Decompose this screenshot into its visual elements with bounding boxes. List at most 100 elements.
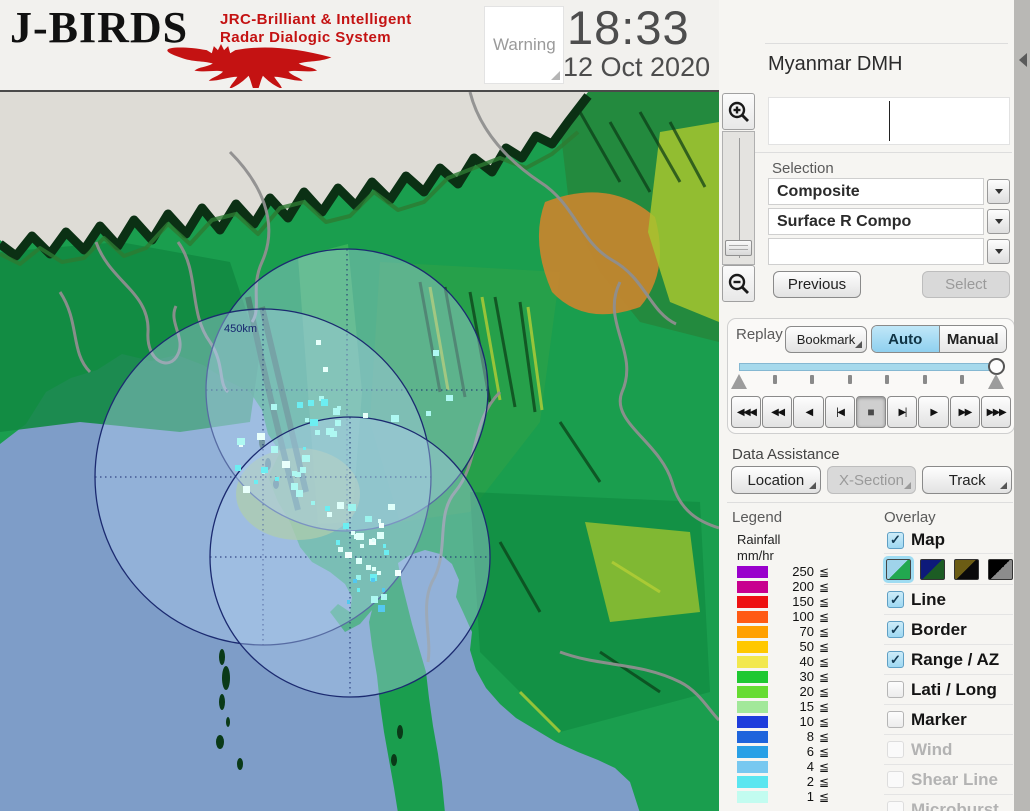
bookmark-button[interactable]: Bookmark [785,326,867,353]
legend-operator: ≦ [819,579,830,594]
legend-color-swatch [737,640,768,653]
forward-button[interactable]: ▶▶ [949,396,980,428]
dropdown-arrow-button-2[interactable] [987,209,1010,234]
range-ring-label: 450km [224,323,257,335]
topographic-map[interactable]: 450km [0,91,721,811]
panel-collapse-strip[interactable] [1014,0,1030,811]
legend-row: 70 ≦ [737,624,857,639]
chevron-down-icon [994,249,1003,254]
stop-button[interactable]: ■ [855,396,887,428]
dropdown-value-2[interactable]: Surface R Compo [768,208,984,235]
legend-row: 10 ≦ [737,714,857,729]
rainfall-legend: Rainfall mm/hr 250 ≦ 200 ≦ 150 ≦ 100 ≦ 70 ≦ 50 ≦ 40 ≦… [737,532,857,804]
location-button[interactable]: Location [731,466,821,494]
zoom-slider[interactable] [722,131,755,265]
legend-color-swatch [737,730,768,743]
replay-slider-track[interactable] [739,363,997,371]
dropdown-value-1[interactable]: Composite [768,178,984,205]
track-button[interactable]: Track [922,466,1013,494]
rain-echo-cell [310,419,318,426]
rain-echo-cell [315,430,320,435]
rain-echo-cell [271,404,277,410]
legend-value: 30 [799,669,814,684]
forward-fast-button[interactable]: ▶▶▶ [980,396,1011,428]
legend-operator: ≦ [819,774,830,789]
radar-map[interactable]: 450km [0,90,721,811]
replay-mode-auto-button[interactable]: Auto [872,326,939,352]
dropdown-arrow-button-1[interactable] [987,179,1010,204]
play-button[interactable]: ▶ [918,396,949,428]
overlay-row: Shear Line [884,764,1013,794]
rain-echo-cell [433,350,439,356]
overlay-list: ✓ Map ✓ Line ✓ Border ✓ Range / AZ Lati / Long Ma… [883,527,1013,811]
map-style-black-gray[interactable] [988,558,1013,580]
legend-value: 50 [799,639,814,654]
magnifier-plus-icon [728,101,749,122]
rain-echo-cell [321,399,328,406]
legend-row: 100 ≦ [737,609,857,624]
rain-echo-cell [388,504,395,510]
selection-dropdown-3 [768,238,1010,265]
map-checkbox[interactable]: ✓ [887,531,904,549]
step-back-button[interactable]: |◀ [824,396,855,428]
x-section-button[interactable]: X-Section [826,466,917,494]
map-style-terrain-blue-green[interactable] [883,555,914,583]
legend-operator: ≦ [819,594,830,609]
shear-line-checkbox [887,771,904,788]
rain-echo-cell [297,402,303,408]
map-style-olive-black[interactable] [954,558,979,580]
rain-echo-cell [257,433,265,440]
section-separator [727,152,1012,153]
rain-echo-cell [446,395,453,401]
map-style-navy-darkgreen[interactable] [920,558,945,580]
rewind-button[interactable]: ◀◀ [762,396,793,428]
chevron-down-icon [994,189,1003,194]
legend-value: 250 [792,564,814,579]
range-az-label: Range / AZ [911,649,1000,669]
legend-row: 20 ≦ [737,684,857,699]
rain-echo-cell [377,532,384,539]
dropdown-value-3[interactable] [768,238,984,265]
dropdown-arrow-button-3[interactable] [987,239,1010,264]
step-forward-button[interactable]: ▶| [887,396,918,428]
zoom-slider-handle[interactable] [725,240,752,256]
range-az-checkbox[interactable]: ✓ [887,651,904,668]
zoom-in-button[interactable] [722,93,755,130]
rain-echo-cell [357,588,360,592]
rain-echo-cell [305,418,309,422]
bookmark-menu-corner-icon [855,341,862,348]
legend-operator: ≦ [819,654,830,669]
lati-long-checkbox[interactable] [887,681,904,698]
rain-echo-cell [381,594,387,600]
warning-panel[interactable]: Warning [484,6,564,84]
rewind-fast-button[interactable]: ◀◀◀ [731,396,762,428]
replay-mode-manual-button[interactable]: Manual [938,326,1006,352]
rain-echo-cell [282,461,290,468]
overlay-row: ✓ Line [884,584,1013,614]
legend-color-swatch [737,565,768,578]
rain-echo-cell [372,538,375,542]
slider-start-marker[interactable] [731,374,747,389]
slider-end-marker[interactable] [988,374,1004,389]
rain-echo-cell [261,467,268,473]
previous-button[interactable]: Previous [773,271,861,298]
zoom-out-button[interactable] [722,265,755,302]
legend-separator [727,502,1013,503]
line-checkbox[interactable]: ✓ [887,591,904,608]
legend-row: 15 ≦ [737,699,857,714]
track-label: Track [948,471,986,489]
rain-echo-cell [271,446,278,453]
border-checkbox[interactable]: ✓ [887,621,904,638]
rain-echo-cell [335,420,341,426]
select-button[interactable]: Select [922,271,1010,298]
rain-echo-cell [337,406,341,410]
rain-echo-cell [372,567,376,571]
rain-echo-cell [336,540,340,545]
marker-checkbox[interactable] [887,711,904,728]
legend-row: 2 ≦ [737,774,857,789]
bookmark-button-label: Bookmark [796,332,856,347]
play-reverse-button[interactable]: ◀ [793,396,824,428]
replay-slider-handle[interactable] [988,358,1005,375]
overlay-row: Marker [884,704,1013,734]
rain-echo-cell [343,523,349,529]
